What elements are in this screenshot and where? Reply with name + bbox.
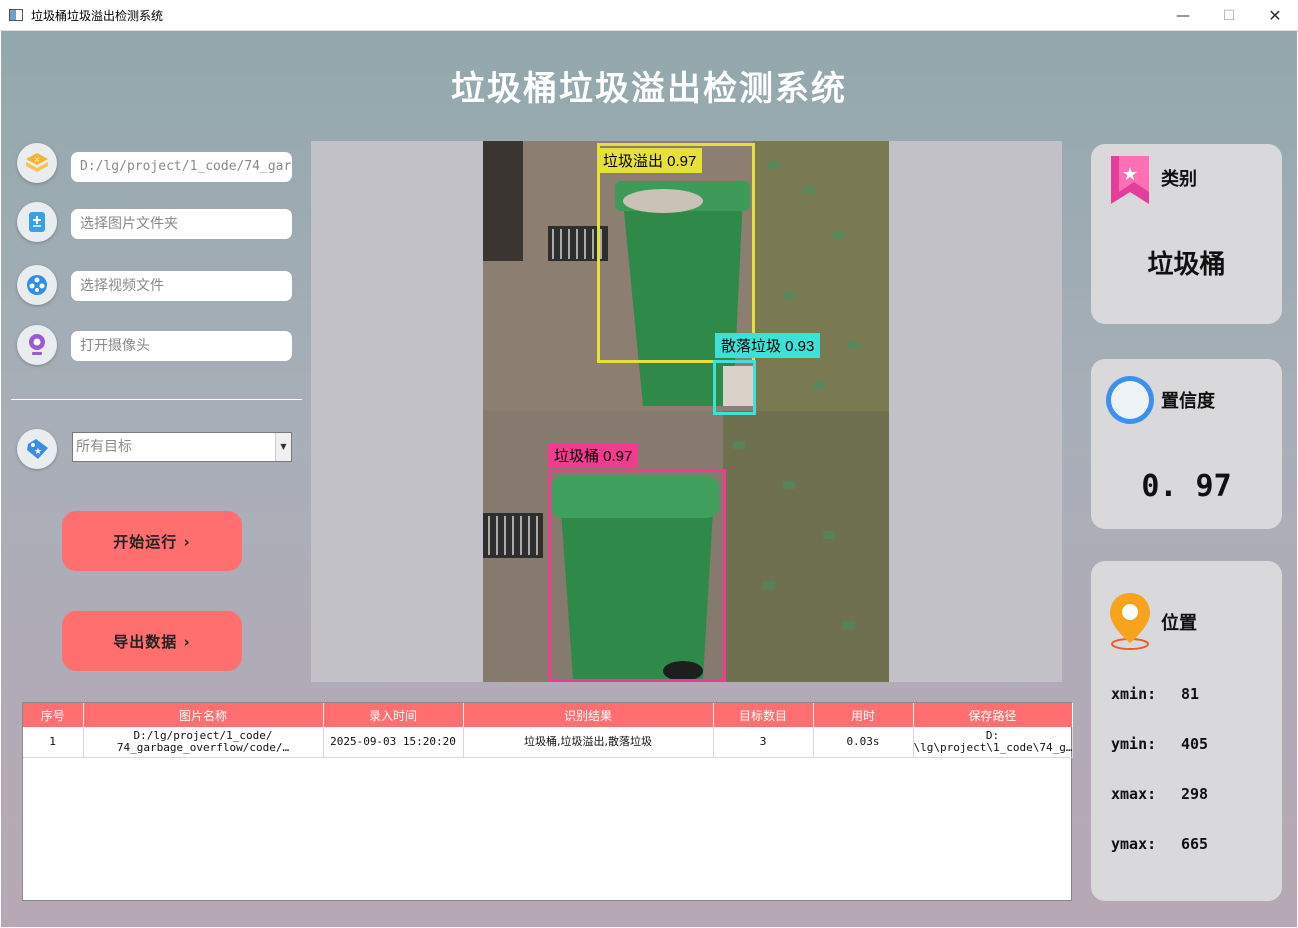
ymin-value: 405 (1181, 735, 1209, 753)
target-select[interactable]: 所有目标 ▼ (72, 432, 292, 462)
window-titlebar: 垃圾桶垃圾溢出检测系统 — ☐ ✕ (0, 0, 1298, 31)
category-value: 垃圾桶 (1147, 250, 1226, 280)
ymin-key: ymin: (1111, 735, 1157, 753)
export-button[interactable]: 导出数据 › (62, 611, 242, 671)
app-title: 垃圾桶垃圾溢出检测系统 (451, 69, 847, 109)
header-index[interactable]: 序号 (23, 703, 84, 727)
image-display: 垃圾溢出 0.97 散落垃圾 0.93 垃圾桶 0.97 (311, 141, 1062, 682)
window-title: 垃圾桶垃圾溢出检测系统 (31, 8, 164, 23)
run-button[interactable]: 开始运行 › (62, 511, 242, 571)
detection-box-scattered (713, 360, 756, 415)
main-panel: 垃圾桶垃圾溢出检测系统 ✕ D:/lg/project/1_code/74_ga… (1, 31, 1297, 927)
category-card: ★ 类别 垃圾桶 (1091, 144, 1282, 324)
detection-label-overflow: 垃圾溢出 0.97 (597, 148, 703, 173)
results-table[interactable]: 序号 图片名称 录入时间 识别结果 目标数目 用时 保存路径 1 D:/lg/p… (22, 702, 1073, 901)
svg-text:★: ★ (1122, 164, 1138, 185)
ymax-key: ymax: (1111, 835, 1157, 853)
detection-photo: 垃圾溢出 0.97 散落垃圾 0.93 垃圾桶 0.97 (483, 141, 889, 682)
header-save-path[interactable]: 保存路径 (913, 703, 1073, 727)
folder-field[interactable]: 选择图片文件夹 (71, 209, 292, 239)
svg-text:★: ★ (34, 447, 42, 457)
ymax-row: ymax: 665 (1111, 835, 1208, 853)
confidence-icon (1106, 376, 1154, 424)
ymin-row: ymin: 405 (1111, 735, 1208, 753)
cell-index[interactable]: 1 (23, 727, 84, 758)
table-header-row: 序号 图片名称 录入时间 识别结果 目标数目 用时 保存路径 (23, 703, 1073, 727)
position-card: 位置 xmin: 81 ymin: 405 xmax: 298 ymax: 665 (1091, 561, 1282, 901)
xmax-key: xmax: (1111, 785, 1157, 803)
camera-icon[interactable] (17, 325, 57, 365)
svg-text:✕: ✕ (34, 156, 40, 164)
video-field[interactable]: 选择视频文件 (71, 271, 292, 301)
left-divider (11, 399, 302, 400)
cell-duration[interactable]: 0.03s (813, 727, 914, 758)
cell-target-count[interactable]: 3 (713, 727, 814, 758)
confidence-label: 置信度 (1161, 391, 1215, 412)
minimize-button[interactable]: — (1160, 0, 1206, 31)
open-image-icon[interactable]: ✕ (17, 143, 57, 183)
category-icon: ★ (1111, 156, 1149, 204)
detection-label-bin: 垃圾桶 0.97 (548, 443, 639, 468)
xmin-row: xmin: 81 (1111, 685, 1199, 703)
cell-result[interactable]: 垃圾桶,垃圾溢出,散落垃圾 (463, 727, 714, 758)
cell-entry-time[interactable]: 2025-09-03 15:20:20 (323, 727, 464, 758)
app-window-icon (9, 9, 23, 21)
table-row[interactable]: 1 D:/lg/project/1_code/ 74_garbage_overf… (23, 727, 1073, 758)
header-entry-time[interactable]: 录入时间 (323, 703, 464, 727)
header-target-count[interactable]: 目标数目 (713, 703, 814, 727)
confidence-value: 0. 97 (1141, 469, 1232, 504)
target-tag-icon: ★ (17, 429, 57, 469)
video-icon[interactable] (17, 265, 57, 305)
header-result[interactable]: 识别结果 (463, 703, 714, 727)
location-pin-icon (1110, 593, 1150, 650)
cell-save-path[interactable]: D: \lg\project\1_code\74_g… (913, 727, 1073, 758)
detection-box-bin (548, 469, 726, 682)
position-label: 位置 (1161, 613, 1197, 634)
camera-field[interactable]: 打开摄像头 (71, 331, 292, 361)
image-path-field[interactable]: D:/lg/project/1_code/74_garbage_overflow… (71, 152, 292, 182)
xmin-key: xmin: (1111, 685, 1157, 703)
close-button[interactable]: ✕ (1252, 0, 1298, 31)
xmax-row: xmax: 298 (1111, 785, 1208, 803)
header-image-name[interactable]: 图片名称 (83, 703, 324, 727)
cell-image-name[interactable]: D:/lg/project/1_code/ 74_garbage_overflo… (83, 727, 324, 758)
confidence-card: 置信度 0. 97 (1091, 359, 1282, 529)
category-label: 类别 (1161, 169, 1197, 190)
maximize-button[interactable]: ☐ (1206, 0, 1252, 31)
target-select-value: 所有目标 (76, 439, 132, 455)
detection-label-scattered: 散落垃圾 0.93 (715, 333, 821, 358)
chevron-down-icon[interactable]: ▼ (275, 433, 291, 461)
header-duration[interactable]: 用时 (813, 703, 914, 727)
open-folder-icon[interactable] (17, 202, 57, 242)
detection-box-overflow (597, 143, 755, 363)
xmin-value: 81 (1181, 685, 1200, 703)
xmax-value: 298 (1181, 785, 1209, 803)
ymax-value: 665 (1181, 835, 1209, 853)
